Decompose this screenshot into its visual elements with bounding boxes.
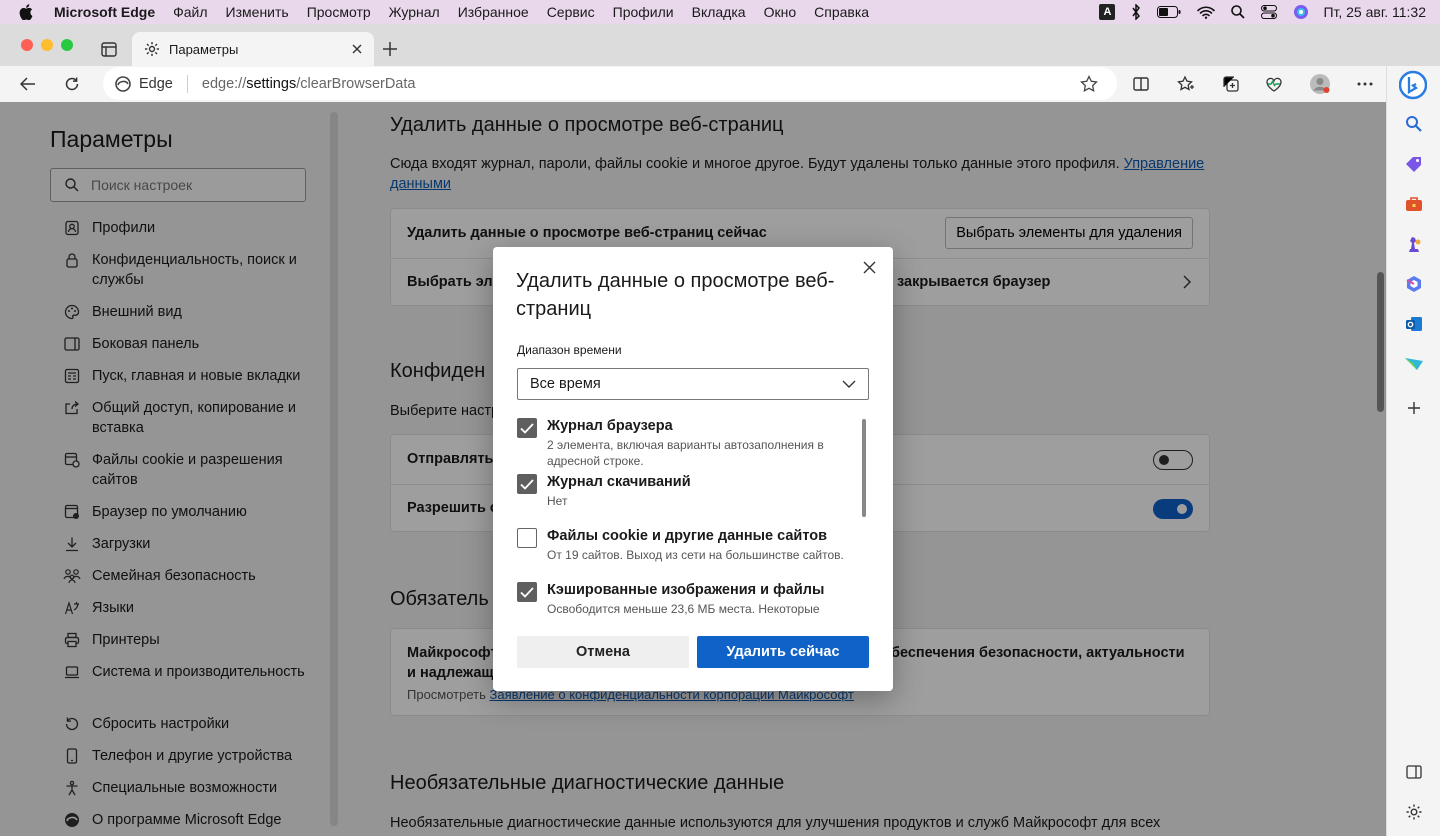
url-scheme: edge:// bbox=[201, 75, 247, 92]
menu-favorites[interactable]: Избранное bbox=[449, 4, 538, 20]
close-tab-icon[interactable] bbox=[346, 38, 368, 60]
menubar-clock[interactable]: Пт, 25 авг. 11:32 bbox=[1323, 4, 1426, 20]
site-identity-label: Edge bbox=[139, 75, 173, 92]
option-subtitle: Освободится меньше 23,6 МБ места. Некото… bbox=[547, 602, 820, 616]
chevron-down-icon bbox=[842, 380, 856, 388]
address-bar[interactable]: Edge edge://settings/clearBrowserData bbox=[103, 67, 1117, 100]
menu-app-name[interactable]: Microsoft Edge bbox=[48, 4, 164, 20]
menu-help[interactable]: Справка bbox=[805, 4, 878, 20]
more-menu-icon[interactable] bbox=[1350, 69, 1380, 99]
time-range-select[interactable]: Все время bbox=[517, 368, 869, 400]
time-range-value: Все время bbox=[530, 376, 601, 392]
games-chess-icon[interactable] bbox=[1400, 230, 1428, 258]
address-url[interactable]: edge://settings/clearBrowserData bbox=[202, 76, 416, 92]
minimize-window-button[interactable] bbox=[41, 39, 53, 51]
collections-icon[interactable] bbox=[1216, 69, 1246, 99]
menu-window[interactable]: Окно bbox=[755, 4, 806, 20]
maximize-window-button[interactable] bbox=[61, 39, 73, 51]
menu-tools[interactable]: Сервис bbox=[538, 4, 604, 20]
profile-avatar-icon[interactable] bbox=[1305, 69, 1335, 99]
option-subtitle: 2 элемента, включая варианты автозаполне… bbox=[547, 438, 824, 468]
option-title: Журнал браузера bbox=[547, 418, 673, 434]
tab-title: Параметры bbox=[169, 41, 239, 57]
menu-view[interactable]: Просмотр bbox=[298, 4, 380, 20]
add-favorite-star-icon[interactable] bbox=[1074, 69, 1104, 99]
browser-essentials-icon[interactable] bbox=[1259, 69, 1289, 99]
outlook-icon[interactable] bbox=[1400, 310, 1428, 338]
refresh-icon[interactable] bbox=[57, 69, 87, 99]
url-host: settings bbox=[246, 75, 297, 92]
bluetooth-icon[interactable] bbox=[1131, 4, 1141, 20]
tab-actions-icon[interactable] bbox=[94, 34, 124, 64]
edge-logo-icon bbox=[115, 75, 131, 92]
siri-icon[interactable] bbox=[1293, 4, 1309, 20]
hide-sidebar-icon[interactable] bbox=[1400, 758, 1428, 786]
drop-send-icon[interactable] bbox=[1400, 350, 1428, 378]
search-sidebar-icon[interactable] bbox=[1400, 110, 1428, 138]
new-tab-icon[interactable] bbox=[375, 34, 405, 64]
edge-sidebar bbox=[1386, 66, 1440, 836]
option-subtitle: Нет bbox=[547, 494, 568, 508]
spotlight-search-icon[interactable] bbox=[1231, 5, 1246, 19]
close-window-button[interactable] bbox=[21, 39, 33, 51]
close-icon[interactable] bbox=[857, 255, 881, 279]
time-range-label: Диапазон времени bbox=[517, 343, 622, 357]
gear-icon bbox=[144, 41, 160, 57]
apple-icon[interactable] bbox=[18, 4, 34, 20]
clear-data-dialog: Удалить данные о просмотре веб-страниц Д… bbox=[493, 247, 893, 691]
option-title: Файлы cookie и другие данные сайтов bbox=[547, 528, 828, 544]
input-source-icon[interactable]: A bbox=[1099, 4, 1116, 20]
menu-edit[interactable]: Изменить bbox=[217, 4, 298, 20]
menu-profiles[interactable]: Профили bbox=[604, 4, 683, 20]
tab-settings[interactable]: Параметры bbox=[132, 32, 374, 66]
macos-menubar: Microsoft Edge Файл Изменить Просмотр Жу… bbox=[0, 0, 1440, 24]
option-subtitle: От 19 сайтов. Выход из сети на большинст… bbox=[547, 548, 844, 562]
menu-tab[interactable]: Вкладка bbox=[683, 4, 755, 20]
browsing-history-checkbox[interactable] bbox=[517, 418, 537, 438]
microsoft-365-icon[interactable] bbox=[1400, 270, 1428, 298]
tools-briefcase-icon[interactable] bbox=[1400, 190, 1428, 218]
dialog-title: Удалить данные о просмотре веб-страниц bbox=[516, 270, 835, 320]
cookies-checkbox[interactable] bbox=[517, 528, 537, 548]
add-sidebar-app-icon[interactable] bbox=[1400, 394, 1428, 422]
favorites-icon[interactable] bbox=[1171, 69, 1201, 99]
back-icon[interactable] bbox=[13, 69, 43, 99]
control-center-icon[interactable] bbox=[1261, 5, 1278, 19]
option-title: Журнал скачиваний bbox=[547, 474, 691, 490]
address-separator bbox=[186, 74, 188, 93]
cached-files-checkbox[interactable] bbox=[517, 582, 537, 602]
bing-copilot-icon[interactable] bbox=[1398, 68, 1428, 102]
options-scrollbar[interactable] bbox=[862, 419, 866, 517]
split-screen-icon[interactable] bbox=[1126, 69, 1156, 99]
delete-now-button[interactable]: Удалить сейчас bbox=[697, 636, 869, 668]
sidebar-settings-gear-icon[interactable] bbox=[1400, 798, 1428, 826]
download-history-checkbox[interactable] bbox=[517, 474, 537, 494]
wifi-icon[interactable] bbox=[1197, 6, 1216, 19]
battery-icon[interactable] bbox=[1157, 6, 1181, 18]
menu-file[interactable]: Файл bbox=[164, 4, 216, 20]
option-title: Кэшированные изображения и файлы bbox=[547, 582, 825, 598]
url-path: /clearBrowserData bbox=[296, 75, 416, 92]
menu-history[interactable]: Журнал bbox=[380, 4, 449, 20]
cancel-button[interactable]: Отмена bbox=[517, 636, 689, 668]
shopping-tag-icon[interactable] bbox=[1400, 150, 1428, 178]
